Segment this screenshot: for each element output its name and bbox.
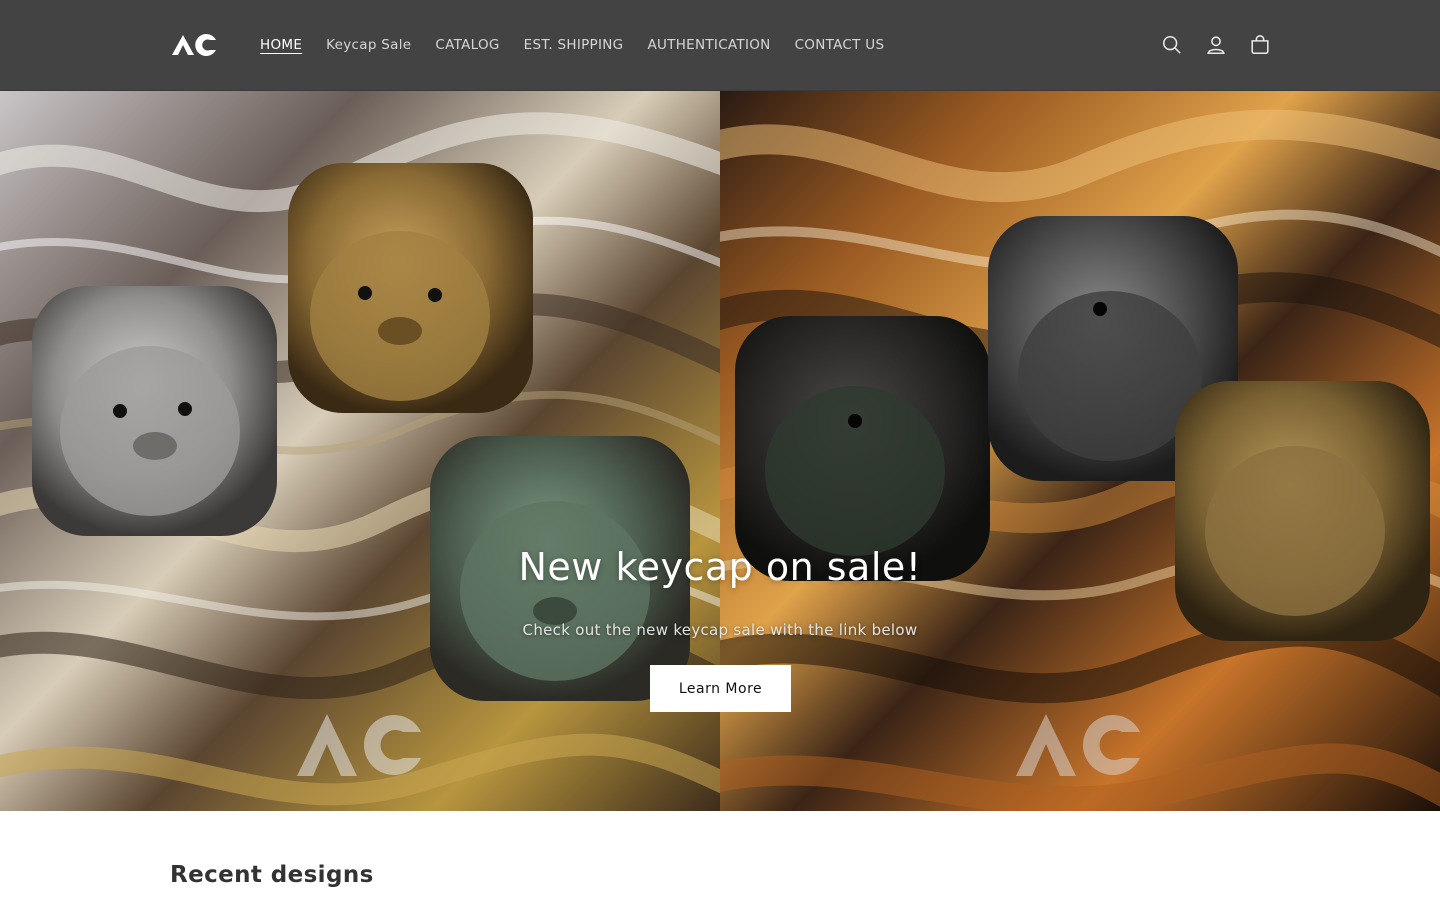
nav-item-catalog[interactable]: CATALOG [423,37,511,53]
learn-more-button[interactable]: Learn More [650,665,791,712]
main-nav: HOME Keycap Sale CATALOG EST. SHIPPING A… [248,0,896,90]
watermark-logo-right [1016,714,1140,776]
keycap-brass [1175,381,1430,641]
keycap-green [430,436,690,701]
keycap-silver [32,286,277,536]
account-icon [1207,36,1225,55]
brand-logo[interactable] [170,31,220,59]
search-icon [1162,35,1181,54]
liquid-metal-copper-image [720,91,1440,811]
hero-banner: New keycap on sale! Check out the new ke… [0,91,1440,811]
keycap-dark-camo [735,316,990,581]
nav-item-home[interactable]: HOME [248,37,314,53]
cart-button[interactable] [1246,31,1274,59]
hero-image-right [720,91,1440,811]
recent-designs-heading: Recent designs [170,862,374,888]
watermark-logo-left [297,714,421,776]
hero-image-left [0,91,720,811]
liquid-metal-silver-image [0,91,720,811]
nav-item-est-shipping[interactable]: EST. SHIPPING [512,37,636,53]
nav-item-contact-us[interactable]: CONTACT US [783,37,897,53]
nav-item-keycap-sale[interactable]: Keycap Sale [314,37,423,53]
search-button[interactable] [1158,31,1186,59]
account-button[interactable] [1202,31,1230,59]
nav-item-authentication[interactable]: AUTHENTICATION [635,37,782,53]
keycap-gold [288,163,533,413]
site-header: HOME Keycap Sale CATALOG EST. SHIPPING A… [0,0,1440,91]
cart-icon [1251,35,1269,55]
